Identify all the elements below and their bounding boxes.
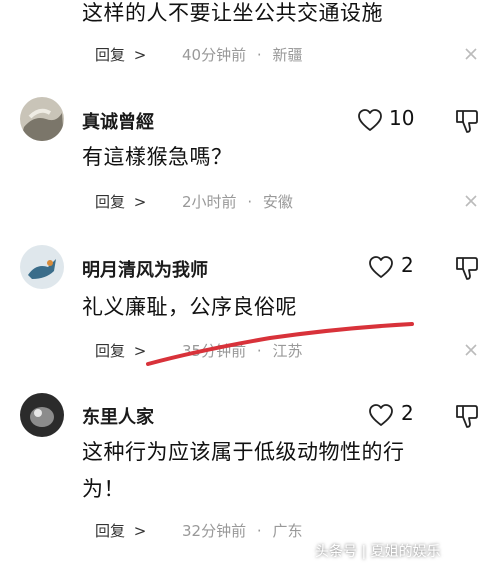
red-underline-annotation bbox=[146, 322, 414, 366]
comment-text: 有這樣猴急嗎？ bbox=[82, 145, 233, 169]
heart-icon[interactable] bbox=[357, 108, 383, 132]
comment-location: 安徽 bbox=[262, 193, 293, 211]
username[interactable]: 真诚曾經 bbox=[82, 108, 154, 134]
reply-button[interactable]: 回复 > bbox=[95, 44, 146, 65]
chevron-right-icon: > bbox=[133, 522, 147, 540]
username[interactable]: 明月清风为我师 bbox=[82, 256, 208, 282]
reply-label: 回复 bbox=[95, 193, 126, 211]
username[interactable]: 东里人家 bbox=[82, 403, 154, 429]
comment-time: 40分钟前 bbox=[182, 46, 247, 64]
comment-meta: 2小时前 · 安徽 bbox=[182, 193, 293, 211]
reply-label: 回复 bbox=[95, 342, 126, 360]
reply-button[interactable]: 回复 > bbox=[95, 520, 146, 541]
comment-location: 新疆 bbox=[272, 46, 303, 64]
comment-text-continued: 为！ bbox=[82, 477, 125, 501]
comment-meta: 40分钟前 · 新疆 bbox=[182, 46, 303, 64]
watermark: 头条号 | 夏姐的娱乐 bbox=[315, 544, 441, 560]
comment-meta: 32分钟前 · 广东 bbox=[182, 522, 303, 540]
comment-time: 2小时前 bbox=[182, 193, 237, 211]
avatar[interactable] bbox=[20, 97, 64, 141]
chevron-right-icon: > bbox=[133, 46, 147, 64]
like-count: 2 bbox=[401, 401, 414, 425]
comment-text: 这样的人不要让坐公共交通设施 bbox=[82, 1, 383, 25]
reply-button[interactable]: 回复 > bbox=[95, 191, 146, 212]
avatar[interactable] bbox=[20, 245, 64, 289]
close-icon[interactable] bbox=[464, 47, 478, 61]
chevron-right-icon: > bbox=[133, 193, 147, 211]
heart-icon[interactable] bbox=[368, 403, 394, 427]
close-icon[interactable] bbox=[464, 194, 478, 208]
comment-text: 这种行为应该属于低级动物性的行 bbox=[82, 440, 405, 464]
like-count: 2 bbox=[401, 253, 414, 277]
reply-button[interactable]: 回复 > bbox=[95, 340, 146, 361]
heart-icon[interactable] bbox=[368, 255, 394, 279]
dislike-icon[interactable] bbox=[455, 403, 479, 429]
comment-location: 广东 bbox=[272, 522, 303, 540]
dislike-icon[interactable] bbox=[455, 255, 479, 281]
dislike-icon[interactable] bbox=[455, 108, 479, 134]
like-count: 10 bbox=[389, 106, 415, 130]
close-icon[interactable] bbox=[464, 343, 478, 357]
comment-time: 32分钟前 bbox=[182, 522, 247, 540]
reply-label: 回复 bbox=[95, 46, 126, 64]
reply-label: 回复 bbox=[95, 522, 126, 540]
avatar[interactable] bbox=[20, 393, 64, 437]
